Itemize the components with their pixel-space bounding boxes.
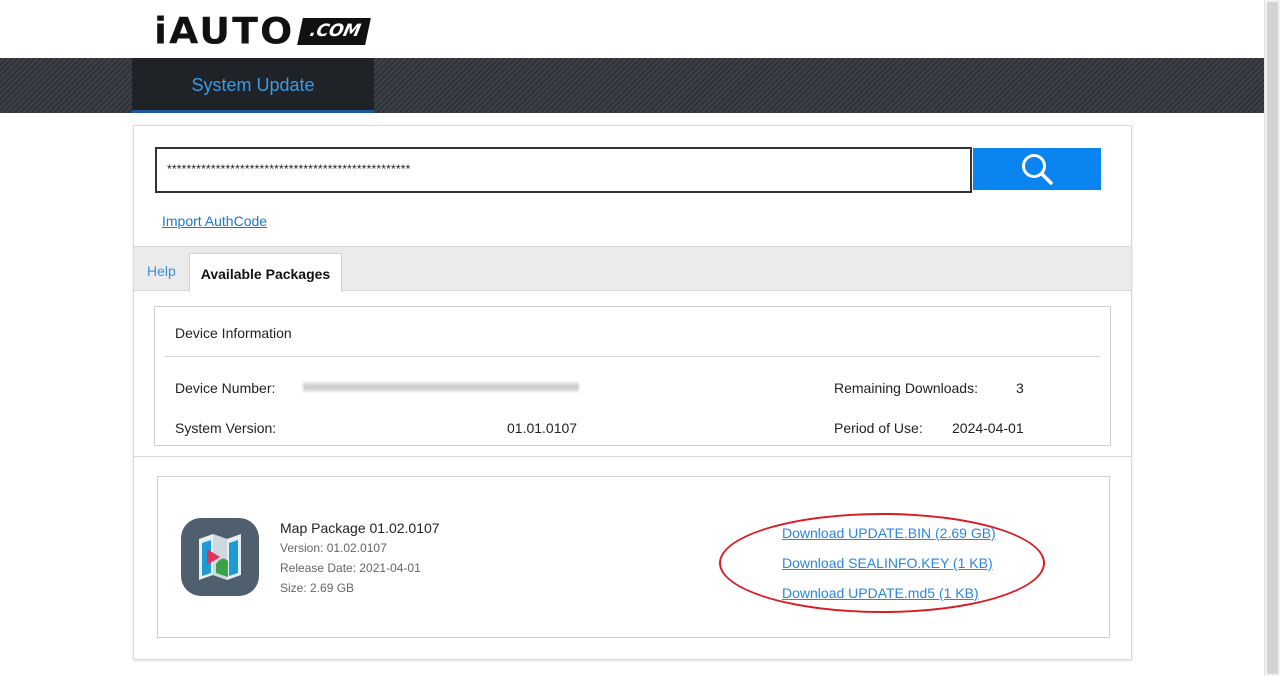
page-scrollbar[interactable] xyxy=(1264,0,1280,676)
authcode-input[interactable]: ****************************************… xyxy=(155,147,972,193)
download-update-md5-link[interactable]: Download UPDATE.md5 (1 KB) xyxy=(782,585,979,601)
tab-bar: Help Available Packages xyxy=(134,246,1131,292)
scrollbar-thumb[interactable] xyxy=(1267,2,1278,674)
logo-main-text: iAUTO xyxy=(154,10,295,52)
section-divider xyxy=(134,456,1131,457)
logo-com-badge: .COM xyxy=(297,18,372,45)
period-of-use-label: Period of Use: xyxy=(834,420,923,436)
package-release-date: Release Date: 2021-04-01 xyxy=(280,561,421,575)
nav-bar: System Update xyxy=(0,58,1264,113)
site-logo[interactable]: iAUTO .COM xyxy=(154,10,372,52)
period-of-use-value: 2024-04-01 xyxy=(952,420,1024,436)
package-size: Size: 2.69 GB xyxy=(280,581,355,595)
download-sealinfo-key-link[interactable]: Download SEALINFO.KEY (1 KB) xyxy=(782,555,993,571)
import-authcode-link[interactable]: Import AuthCode xyxy=(162,213,267,229)
update-panel: ****************************************… xyxy=(133,125,1132,660)
device-info-box: Device Information Device Number: System… xyxy=(154,306,1111,446)
search-icon xyxy=(1022,154,1053,185)
search-button[interactable] xyxy=(973,148,1101,190)
device-info-title: Device Information xyxy=(175,325,292,341)
package-name: Map Package 01.02.0107 xyxy=(280,520,440,536)
remaining-downloads-value: 3 xyxy=(1016,380,1024,396)
tab-help[interactable]: Help xyxy=(147,263,176,279)
package-version: Version: 01.02.0107 xyxy=(280,541,387,555)
device-number-label: Device Number: xyxy=(175,380,276,396)
divider xyxy=(165,356,1100,357)
system-version-label: System Version: xyxy=(175,420,277,436)
map-package-icon xyxy=(181,518,259,596)
download-update-bin-link[interactable]: Download UPDATE.BIN (2.69 GB) xyxy=(782,525,996,541)
system-version-value: 01.01.0107 xyxy=(507,420,578,436)
package-card: Map Package 01.02.0107 Version: 01.02.01… xyxy=(157,476,1110,638)
nav-tab-system-update[interactable]: System Update xyxy=(132,58,374,113)
tab-available-packages[interactable]: Available Packages xyxy=(189,253,342,292)
device-number-redacted xyxy=(303,382,579,392)
remaining-downloads-label: Remaining Downloads: xyxy=(834,380,978,396)
